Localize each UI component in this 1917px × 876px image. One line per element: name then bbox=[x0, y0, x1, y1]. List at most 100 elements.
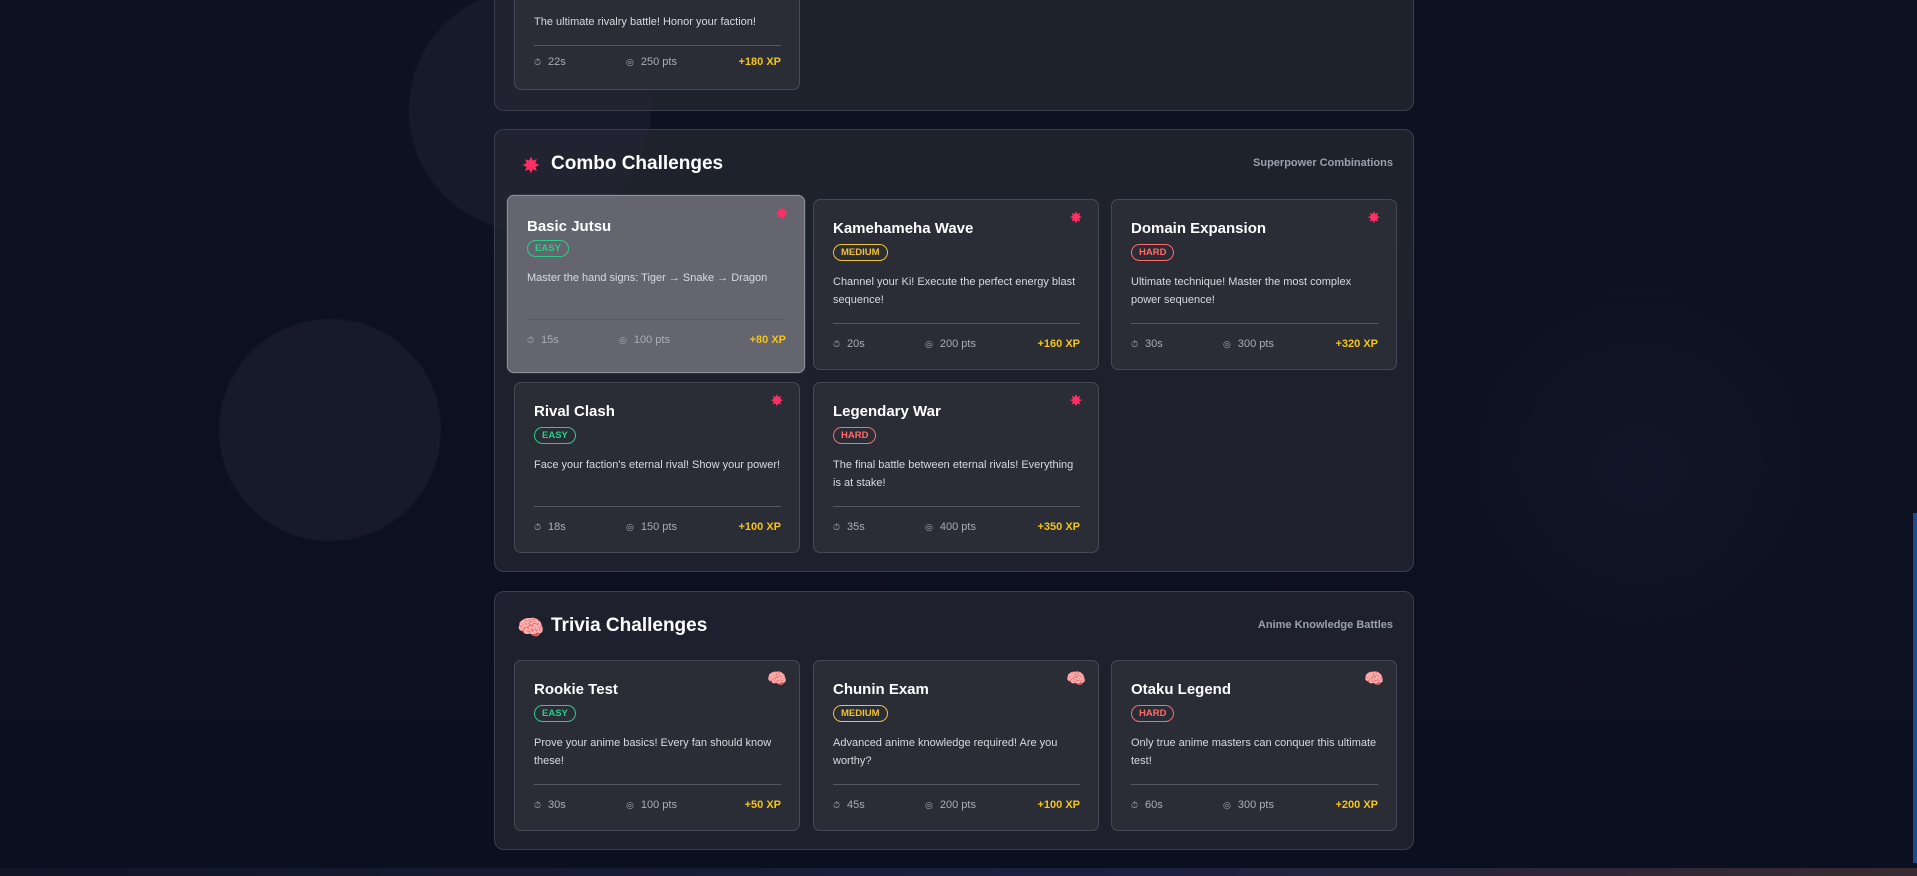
card-description: Prove your anime basics! Every fan shoul… bbox=[534, 737, 772, 767]
combo-challenges-section: ✸ Combo Challenges Superpower Combinatio… bbox=[494, 129, 1414, 572]
difficulty-badge: MEDIUM bbox=[833, 705, 888, 722]
card-time: 30s bbox=[1145, 338, 1163, 350]
challenge-card[interactable]: ✸ Basic Jutsu EASY Master the hand signs: T… bbox=[507, 195, 805, 373]
card-title: Chunin Exam bbox=[833, 681, 929, 698]
card-title: Basic Jutsu bbox=[527, 218, 612, 235]
section-header: 🧠 Trivia Challenges Anime Knowledge Batt… bbox=[517, 612, 1393, 642]
scrollbar[interactable] bbox=[1913, 513, 1917, 863]
card-description: Face your faction's eternal rival! Show … bbox=[534, 459, 781, 471]
card-time: 30s bbox=[548, 799, 566, 811]
card-divider bbox=[534, 506, 781, 507]
difficulty-badge: EASY bbox=[527, 240, 569, 257]
challenge-card[interactable]: The ultimate rivalry battle! Honor your … bbox=[514, 0, 800, 90]
stopwatch-icon: ⏱ bbox=[1131, 339, 1139, 349]
card-divider bbox=[534, 45, 781, 46]
challenge-card[interactable]: ✸ Domain Expansion HARD Ultimate technique!… bbox=[1111, 199, 1397, 370]
card-description: Channel your Ki! Execute the perfect ene… bbox=[833, 276, 1076, 306]
card-time: 20s bbox=[847, 338, 865, 350]
explosion-icon: ✸ bbox=[1367, 210, 1381, 227]
stopwatch-icon: ⏱ bbox=[1131, 800, 1139, 810]
card-title: Otaku Legend bbox=[1131, 681, 1232, 698]
target-icon: ◎ bbox=[925, 339, 933, 349]
brain-icon: 🧠 bbox=[1066, 671, 1086, 688]
target-icon: ◎ bbox=[1223, 800, 1231, 810]
card-title: Legendary War bbox=[833, 403, 941, 420]
difficulty-badge: HARD bbox=[833, 427, 877, 444]
section-subtitle: Superpower Combinations bbox=[1253, 157, 1393, 169]
card-xp: +100 XP bbox=[738, 521, 781, 533]
stopwatch-icon: ⏱ bbox=[833, 800, 841, 810]
target-icon: ◎ bbox=[626, 800, 634, 810]
card-xp: +80 XP bbox=[749, 334, 786, 346]
card-stats: ⏱ 15s ◎ 100 pts +80 XP bbox=[527, 334, 786, 350]
card-title: Kamehameha Wave bbox=[833, 220, 974, 237]
trivia-challenges-section: 🧠 Trivia Challenges Anime Knowledge Batt… bbox=[494, 591, 1414, 850]
card-stats: ⏱ 35s ◎ 400 pts +350 XP bbox=[833, 521, 1080, 537]
card-description: Ultimate technique! Master the most comp… bbox=[1131, 276, 1352, 306]
card-title: Domain Expansion bbox=[1131, 220, 1267, 237]
card-divider bbox=[833, 784, 1080, 785]
taskbar bbox=[0, 868, 1917, 876]
challenge-card[interactable]: ✸ Kamehameha Wave MEDIUM Channel your Ki! E… bbox=[813, 199, 1099, 370]
card-xp: +180 XP bbox=[738, 56, 781, 68]
card-points: 150 pts bbox=[640, 521, 677, 533]
section-header: ✸ Combo Challenges Superpower Combinatio… bbox=[517, 150, 1393, 180]
target-icon: ◎ bbox=[626, 522, 634, 532]
challenge-card[interactable]: 🧠 Otaku Legend HARD Only true anime masters… bbox=[1111, 660, 1397, 831]
rivalry-section: The ultimate rivalry battle! Honor your … bbox=[494, 0, 1414, 111]
challenge-card[interactable]: 🧠 Chunin Exam MEDIUM Advanced anime knowled… bbox=[813, 660, 1099, 831]
stopwatch-icon: ⏱ bbox=[534, 522, 542, 532]
target-icon: ◎ bbox=[1223, 339, 1231, 349]
card-divider bbox=[833, 323, 1080, 324]
target-icon: ◎ bbox=[925, 800, 933, 810]
card-description: Master the hand signs: Tiger → Snake → D… bbox=[527, 272, 768, 284]
card-xp: +100 XP bbox=[1037, 799, 1080, 811]
stopwatch-icon: ⏱ bbox=[833, 522, 841, 532]
card-xp: +320 XP bbox=[1335, 338, 1378, 350]
difficulty-badge: EASY bbox=[534, 705, 576, 722]
card-description: The ultimate rivalry battle! Honor your … bbox=[534, 16, 756, 28]
card-points: 100 pts bbox=[640, 799, 677, 811]
card-divider bbox=[833, 506, 1080, 507]
card-stats: ⏱ 30s ◎ 100 pts +50 XP bbox=[534, 799, 781, 815]
card-points: 300 pts bbox=[1237, 338, 1274, 350]
card-stats: ⏱ 20s ◎ 200 pts +160 XP bbox=[833, 338, 1080, 354]
card-stats: ⏱ 18s ◎ 150 pts +100 XP bbox=[534, 521, 781, 537]
card-points: 200 pts bbox=[939, 799, 976, 811]
card-xp: +200 XP bbox=[1335, 799, 1378, 811]
card-description: Only true anime masters can conquer this… bbox=[1131, 737, 1377, 767]
card-time: 45s bbox=[847, 799, 865, 811]
card-divider bbox=[534, 784, 781, 785]
card-divider bbox=[1131, 784, 1378, 785]
target-icon: ◎ bbox=[925, 522, 933, 532]
difficulty-badge: MEDIUM bbox=[833, 244, 888, 261]
brain-icon: 🧠 bbox=[517, 615, 545, 640]
explosion-icon: ✸ bbox=[521, 153, 541, 178]
card-time: 22s bbox=[548, 56, 566, 68]
target-icon: ◎ bbox=[619, 335, 627, 345]
card-points: 400 pts bbox=[939, 521, 976, 533]
stopwatch-icon: ⏱ bbox=[833, 339, 841, 349]
card-time: 18s bbox=[548, 521, 566, 533]
explosion-icon: ✸ bbox=[1069, 393, 1083, 410]
difficulty-badge: HARD bbox=[1131, 244, 1175, 261]
card-points: 300 pts bbox=[1237, 799, 1274, 811]
challenge-card[interactable]: ✸ Legendary War HARD The final battle betwe… bbox=[813, 382, 1099, 553]
explosion-icon: ✸ bbox=[770, 393, 784, 410]
card-description: The final battle between eternal rivals!… bbox=[833, 459, 1074, 489]
stopwatch-icon: ⏱ bbox=[527, 335, 535, 345]
challenge-card[interactable]: 🧠 Rookie Test EASY Prove your anime basics!… bbox=[514, 660, 800, 831]
card-time: 15s bbox=[541, 334, 559, 346]
card-points: 100 pts bbox=[633, 334, 670, 346]
card-stats: ⏱ 60s ◎ 300 pts +200 XP bbox=[1131, 799, 1378, 815]
challenge-card[interactable]: ✸ Rival Clash EASY Face your faction's eter… bbox=[514, 382, 800, 553]
brain-icon: 🧠 bbox=[767, 671, 787, 688]
card-stats: ⏱ 30s ◎ 300 pts +320 XP bbox=[1131, 338, 1378, 354]
section-title: Combo Challenges bbox=[551, 153, 724, 174]
card-xp: +160 XP bbox=[1037, 338, 1080, 350]
card-stats: ⏱ 22s ◎ 250 pts +180 XP bbox=[534, 56, 781, 72]
card-stats: ⏱ 45s ◎ 200 pts +100 XP bbox=[833, 799, 1080, 815]
card-points: 200 pts bbox=[939, 338, 976, 350]
explosion-icon: ✸ bbox=[1069, 210, 1083, 227]
section-subtitle: Anime Knowledge Battles bbox=[1257, 619, 1393, 631]
